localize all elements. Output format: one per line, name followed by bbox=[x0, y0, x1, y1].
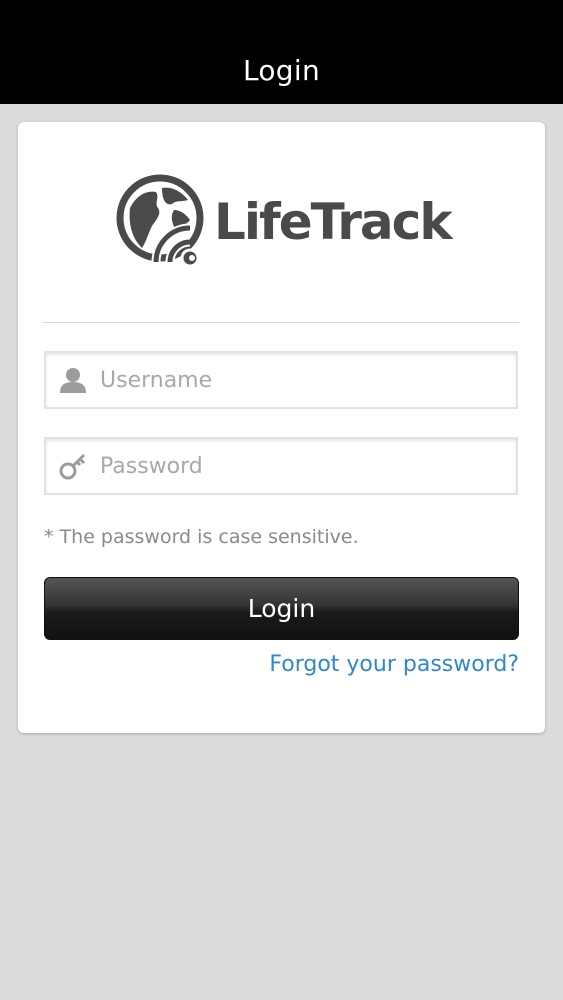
forgot-password-link[interactable]: Forgot your password? bbox=[269, 652, 519, 677]
login-button[interactable]: Login bbox=[44, 577, 519, 640]
page-title: Login bbox=[242, 53, 321, 87]
globe-signal-icon bbox=[116, 174, 204, 266]
password-field[interactable] bbox=[44, 437, 518, 495]
brand-name: LifeTrack bbox=[214, 193, 453, 251]
password-input[interactable] bbox=[100, 453, 500, 479]
header-bar: Login bbox=[0, 0, 563, 104]
password-hint: * The password is case sensitive. bbox=[44, 526, 359, 548]
brand-logo: LifeTrack bbox=[116, 174, 453, 266]
divider bbox=[43, 322, 519, 323]
key-icon bbox=[58, 451, 88, 481]
username-input[interactable] bbox=[100, 367, 500, 393]
login-card: LifeTrack * The password is case sensiti… bbox=[18, 122, 545, 733]
user-icon bbox=[58, 365, 88, 395]
username-field[interactable] bbox=[44, 351, 518, 409]
